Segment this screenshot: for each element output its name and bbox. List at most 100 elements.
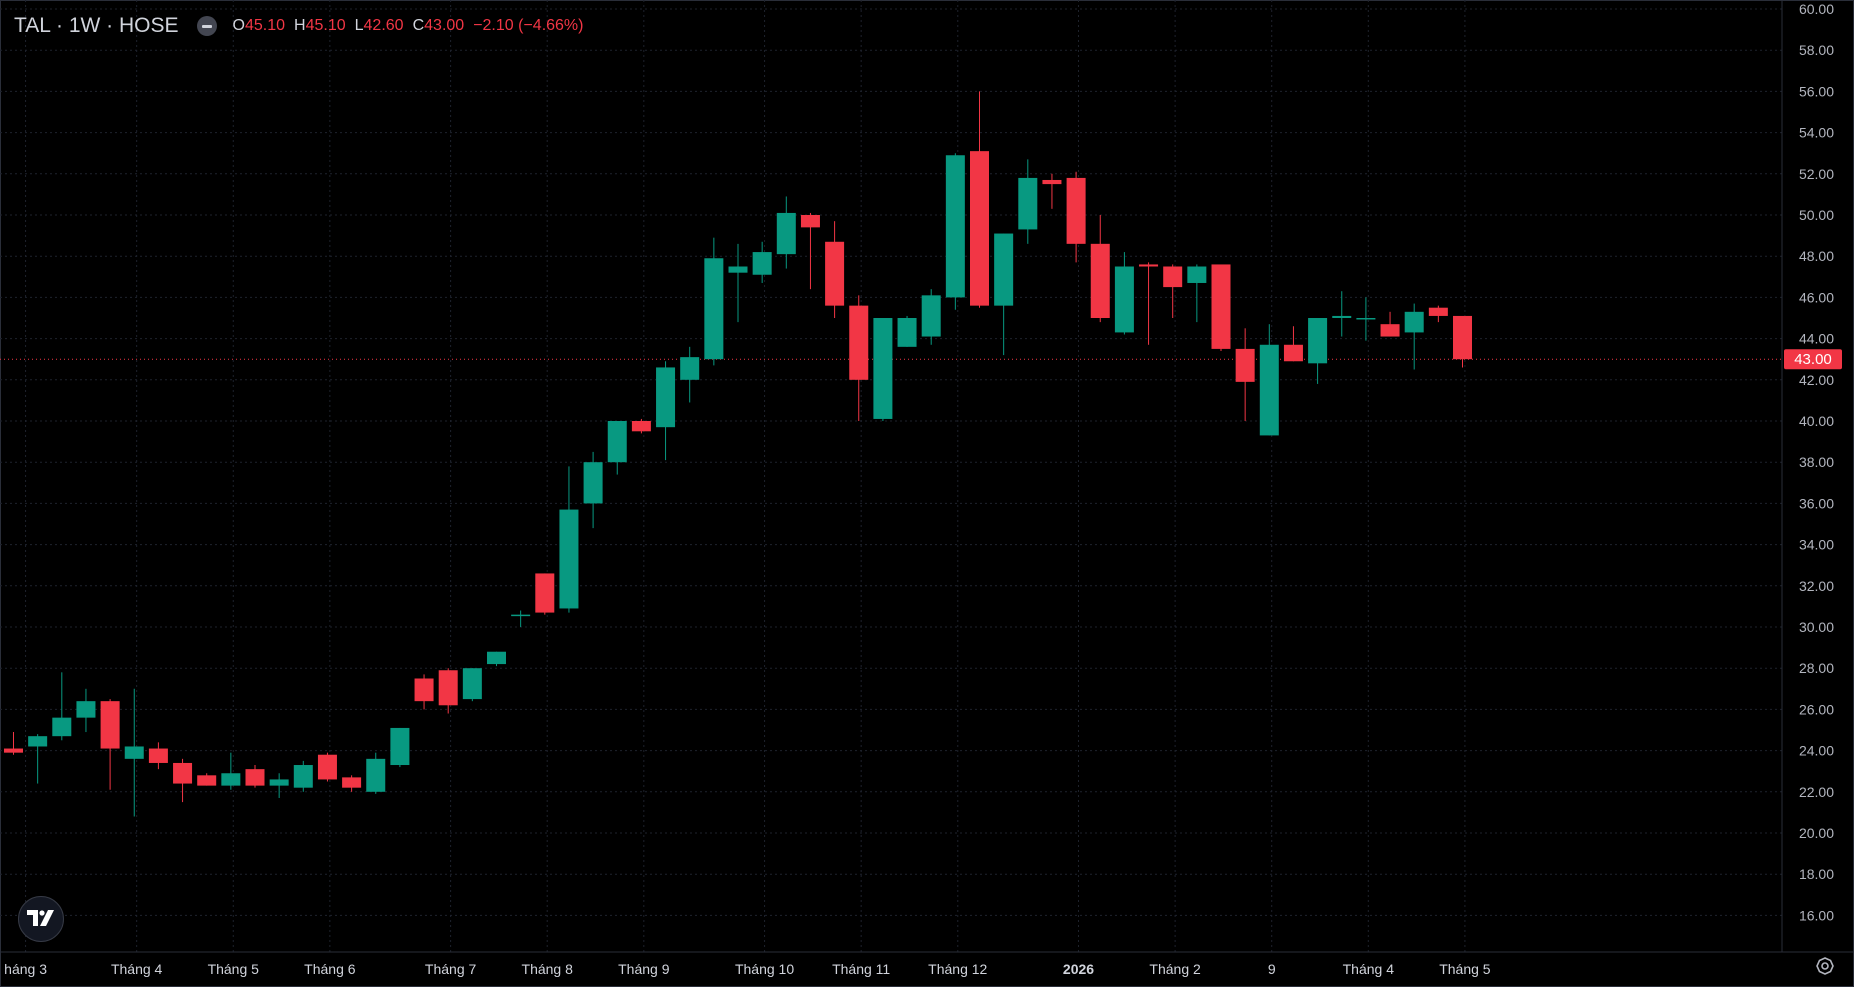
candle[interactable] [970,91,989,308]
tradingview-logo-icon[interactable] [18,896,64,942]
candle[interactable] [197,773,217,786]
candle-body [269,779,289,786]
candle[interactable] [4,732,23,755]
candle[interactable] [28,734,48,784]
candle-body [1404,311,1424,333]
candle[interactable] [873,318,893,421]
candle[interactable] [100,699,120,790]
y-tick-label: 26.00 [1799,701,1834,717]
candle[interactable] [414,674,434,710]
candle[interactable] [583,451,603,529]
candle[interactable] [656,361,676,461]
candle[interactable] [438,668,458,714]
candle[interactable] [317,752,337,782]
candle[interactable] [704,237,724,366]
candle[interactable] [293,760,313,792]
symbol-title[interactable]: TAL · 1W · HOSE [14,14,179,38]
candle[interactable] [269,773,289,798]
candle[interactable] [148,742,168,770]
minus-circle-icon[interactable] [196,16,217,36]
candle-body [1163,266,1183,288]
x-tick-label: Tháng 8 [522,961,574,977]
candle-body [52,717,72,737]
candle[interactable] [1453,315,1472,368]
candle[interactable] [1211,264,1231,351]
gear-icon[interactable] [1814,956,1836,978]
candle-body [921,295,941,337]
x-tick-label: Tháng 11 [832,961,890,977]
candle[interactable] [752,241,772,283]
candle[interactable] [1356,297,1376,341]
candle[interactable] [173,758,193,803]
candle-body [970,151,989,306]
candle[interactable] [342,775,362,792]
candle[interactable] [390,727,410,768]
candle[interactable] [1090,215,1110,323]
candle[interactable] [366,752,386,794]
y-tick-label: 20.00 [1799,825,1834,841]
candle[interactable] [800,212,820,290]
candle[interactable] [1332,291,1352,337]
y-tick-label: 60.00 [1799,1,1834,17]
candle[interactable] [1283,326,1303,362]
candle[interactable] [1042,173,1062,209]
candle-body [1332,315,1352,318]
candlestick-chart[interactable]: 16.00 18.00 20.00 22.00 24.00 26.00 28.00 30.00… [0,0,1854,987]
candle[interactable] [487,651,506,667]
candle[interactable] [462,668,482,702]
close-label: C [412,17,425,34]
candle[interactable] [607,421,627,475]
candle[interactable] [1114,252,1134,335]
candle[interactable] [945,153,965,310]
y-tick-label: 18.00 [1799,866,1834,882]
candle-body [825,241,845,306]
y-tick-label: 46.00 [1799,289,1834,305]
candle[interactable] [221,752,241,790]
candle[interactable] [728,243,748,323]
candle-body [342,777,362,788]
candle-body [1283,344,1303,362]
candle[interactable] [1018,159,1038,244]
last-price-badge: 43.00 [1784,349,1842,370]
candle[interactable] [1163,264,1183,318]
candle-body [293,765,313,788]
candle[interactable] [1187,264,1207,323]
time-axis: háng 3 Tháng 4 Tháng 5 Tháng 6 Tháng 7 Tháng … [4,961,1491,977]
candle[interactable] [897,315,917,347]
candle[interactable] [849,295,869,421]
candle-body [245,769,265,786]
candle[interactable] [1308,318,1328,384]
candle[interactable] [52,672,72,741]
candle-body [1235,348,1255,382]
y-tick-label: 38.00 [1799,454,1834,470]
candle-body [1090,243,1110,318]
candle[interactable] [1380,311,1400,337]
candle[interactable] [124,688,144,817]
candle-body [535,573,555,613]
candle[interactable] [1428,305,1448,323]
candle-body [124,746,144,759]
candle[interactable] [921,289,941,345]
x-tick-label: 9 [1268,961,1276,977]
candle[interactable] [680,346,700,403]
candle[interactable] [825,221,845,318]
candle[interactable] [776,196,796,269]
candle[interactable] [631,418,651,434]
candle[interactable] [1235,328,1255,421]
open-value: 45.10 [244,17,286,34]
candle[interactable] [559,466,579,613]
candle[interactable] [535,573,555,615]
last-price-label: 43.00 [1794,351,1832,368]
candle[interactable] [245,765,265,788]
x-tick-label: háng 3 [4,961,47,977]
candle-body [221,773,241,786]
candle[interactable] [76,688,96,733]
candle[interactable] [994,233,1014,356]
x-tick-label: Tháng 5 [1439,961,1491,977]
horizontal-grid [0,8,1782,916]
candle[interactable] [511,610,531,627]
candle[interactable] [1259,324,1279,436]
candle-body [317,754,337,780]
candle[interactable] [1066,171,1086,263]
candle[interactable] [1139,262,1159,345]
